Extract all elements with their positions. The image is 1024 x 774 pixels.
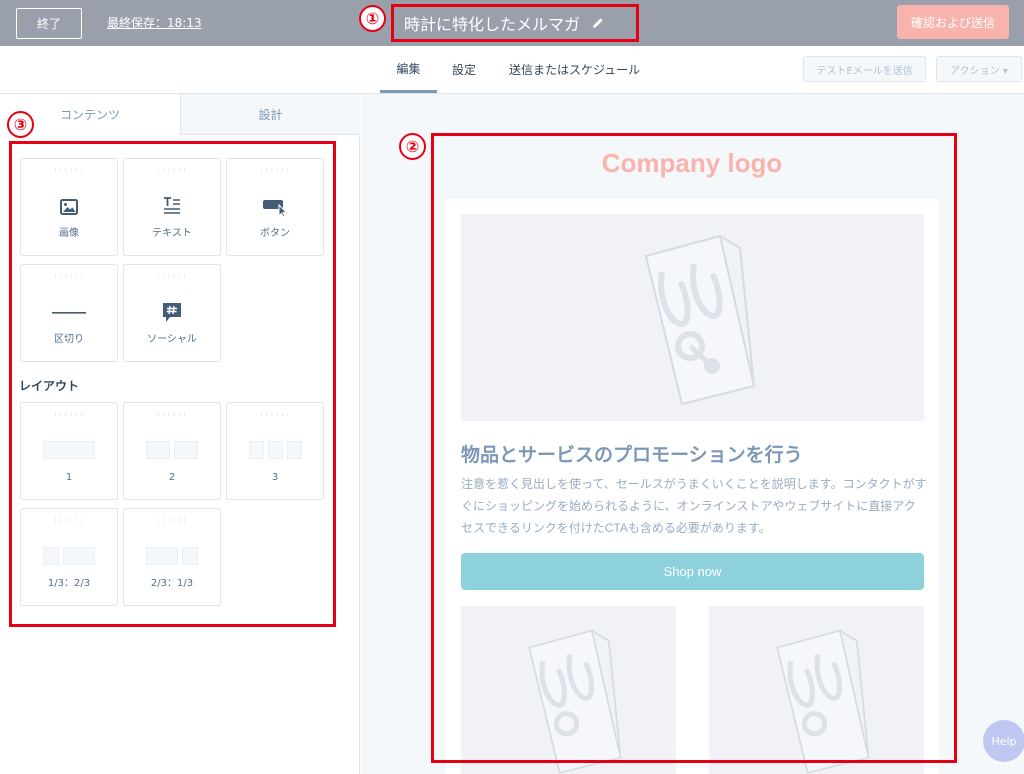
layout-preview (124, 547, 220, 567)
callout-one: ① (359, 5, 386, 32)
layout-preview (227, 441, 323, 461)
module-button[interactable]: :::::: ボタン (226, 158, 324, 256)
email-body-text[interactable]: 注意を惹く見出しを使って、セールスがうまくいくことを説明します。コンタクトがすぐ… (461, 473, 927, 539)
layout-label: 2 (168, 472, 176, 483)
module-label: 画像 (59, 228, 79, 239)
tab-send-or-schedule[interactable]: 送信またはスケジュール (509, 46, 640, 93)
module-label: 区切り (54, 334, 84, 345)
drag-handle: :::::: (53, 166, 85, 174)
email-title: 時計に特化したメルマガ (404, 15, 581, 34)
exit-button[interactable]: 終了 (16, 8, 82, 39)
top-bar: 終了 最終保存：18:13 時計に特化したメルマガ 確認および送信 (0, 0, 1024, 46)
drag-handle: :::::: (156, 166, 188, 174)
callout-three: ③ (7, 111, 34, 138)
layout-two-thirds-one-third[interactable]: :::::: 2/3：1/3 (123, 508, 221, 606)
drag-handle: :::::: (156, 272, 188, 280)
module-image[interactable]: :::::: 画像 (20, 158, 118, 256)
layout-preview (21, 547, 117, 567)
drag-handle: :::::: (53, 516, 85, 524)
divider-icon (21, 301, 117, 325)
drag-handle: :::::: (53, 410, 85, 418)
shopping-bag-icon (775, 629, 870, 774)
review-and-send-button[interactable]: 確認および送信 (897, 5, 1009, 39)
tab-edit[interactable]: 編集 (380, 46, 437, 93)
drag-handle: :::::: (53, 272, 85, 280)
module-label: ボタン (260, 228, 290, 239)
drag-handle: :::::: (259, 410, 291, 418)
text-icon (124, 195, 220, 219)
layout-label: 3 (271, 472, 279, 483)
actions-dropdown[interactable]: アクション ▾ (936, 56, 1022, 82)
pencil-icon[interactable] (592, 17, 604, 29)
layout-preview (124, 441, 220, 461)
button-icon (227, 195, 323, 219)
layout-section-heading: レイアウト (19, 379, 80, 393)
editor-tab-bar: 編集 設定 送信またはスケジュール テストEメールを送信 アクション ▾ (0, 46, 1024, 94)
help-button[interactable]: Help (983, 720, 1024, 762)
module-label: テキスト (152, 228, 192, 239)
layout-two-columns[interactable]: :::::: 2 (123, 402, 221, 500)
shop-now-button[interactable]: Shop now (461, 553, 924, 590)
tab-settings[interactable]: 設定 (452, 46, 476, 93)
module-social[interactable]: :::::: ソーシャル (123, 264, 221, 362)
layout-label: 1 (65, 472, 73, 483)
layout-label: 2/3：1/3 (150, 578, 194, 589)
drag-handle: :::::: (156, 410, 188, 418)
email-title-editor[interactable]: 時計に特化したメルマガ (391, 4, 639, 42)
callout-two: ② (399, 133, 426, 160)
module-label: ソーシャル (147, 334, 197, 345)
send-test-email-button[interactable]: テストEメールを送信 (803, 56, 926, 82)
tab-design[interactable]: 設計 (180, 94, 360, 135)
shopping-bag-icon (527, 629, 622, 774)
module-text[interactable]: :::::: テキスト (123, 158, 221, 256)
product-image-placeholder-right[interactable] (709, 606, 924, 774)
drag-handle: :::::: (156, 516, 188, 524)
social-hash-icon (124, 301, 220, 325)
layout-preview (21, 441, 117, 461)
hero-image-placeholder[interactable] (461, 214, 924, 421)
drag-handle: :::::: (259, 166, 291, 174)
company-logo[interactable]: Company logo (436, 148, 948, 179)
module-divider[interactable]: :::::: 区切り (20, 264, 118, 362)
email-heading[interactable]: 物品とサービスのプロモーションを行う (461, 440, 803, 467)
image-icon (21, 195, 117, 219)
product-image-placeholder-left[interactable] (461, 606, 676, 774)
layout-one-third-two-thirds[interactable]: :::::: 1/3：2/3 (20, 508, 118, 606)
layout-one-column[interactable]: :::::: 1 (20, 402, 118, 500)
shopping-bag-icon (644, 234, 755, 405)
last-saved-link[interactable]: 最終保存：18:13 (107, 14, 202, 31)
layout-label: 1/3：2/3 (47, 578, 91, 589)
layout-three-columns[interactable]: :::::: 3 (226, 402, 324, 500)
